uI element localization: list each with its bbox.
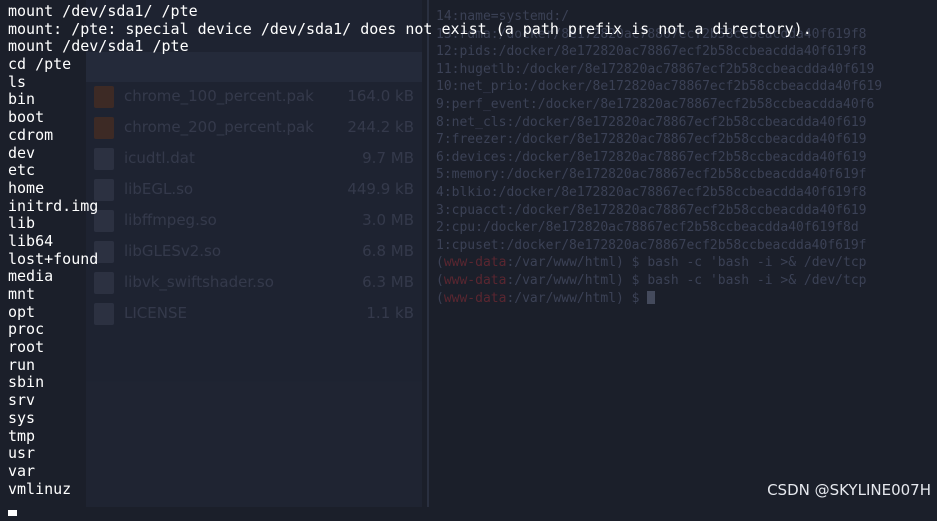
terminal-line: srv — [8, 392, 36, 410]
terminal-line: initrd.img — [8, 197, 99, 215]
terminal-cursor — [8, 510, 17, 517]
terminal-line: cd /pte — [8, 56, 72, 74]
terminal-line: usr — [8, 445, 36, 463]
terminal-line: tmp — [8, 427, 36, 445]
terminal-line: run — [8, 356, 36, 374]
terminal-line: cdrom — [8, 126, 54, 144]
terminal-line: mount: /pte: special device /dev/sda1/ d… — [8, 20, 812, 38]
csdn-watermark: CSDN @SKYLINE007H — [767, 481, 931, 499]
terminal-line: lib64 — [8, 232, 54, 250]
terminal-line: mount /dev/sda1/ /pte — [8, 3, 198, 20]
terminal-line: opt — [8, 303, 36, 321]
terminal-line: dev — [8, 144, 36, 162]
terminal-line: root — [8, 339, 45, 357]
terminal-line: etc — [8, 162, 36, 180]
terminal-output[interactable]: mount /dev/sda1/ /pte mount: /pte: specia… — [8, 3, 937, 521]
terminal-line: proc — [8, 321, 45, 339]
terminal-line: bin — [8, 91, 36, 109]
terminal-line: sbin — [8, 374, 45, 392]
terminal-line: lib — [8, 215, 36, 233]
terminal-line: sys — [8, 409, 36, 427]
terminal-line: boot — [8, 109, 45, 127]
terminal-line: lost+found — [8, 250, 99, 268]
terminal-line: home — [8, 179, 45, 197]
terminal-line: media — [8, 268, 54, 286]
terminal-line: mount /dev/sda1 /pte — [8, 38, 189, 56]
terminal-line: mnt — [8, 286, 36, 303]
terminal-line: var — [8, 462, 36, 480]
terminal-line: ls — [8, 73, 27, 91]
